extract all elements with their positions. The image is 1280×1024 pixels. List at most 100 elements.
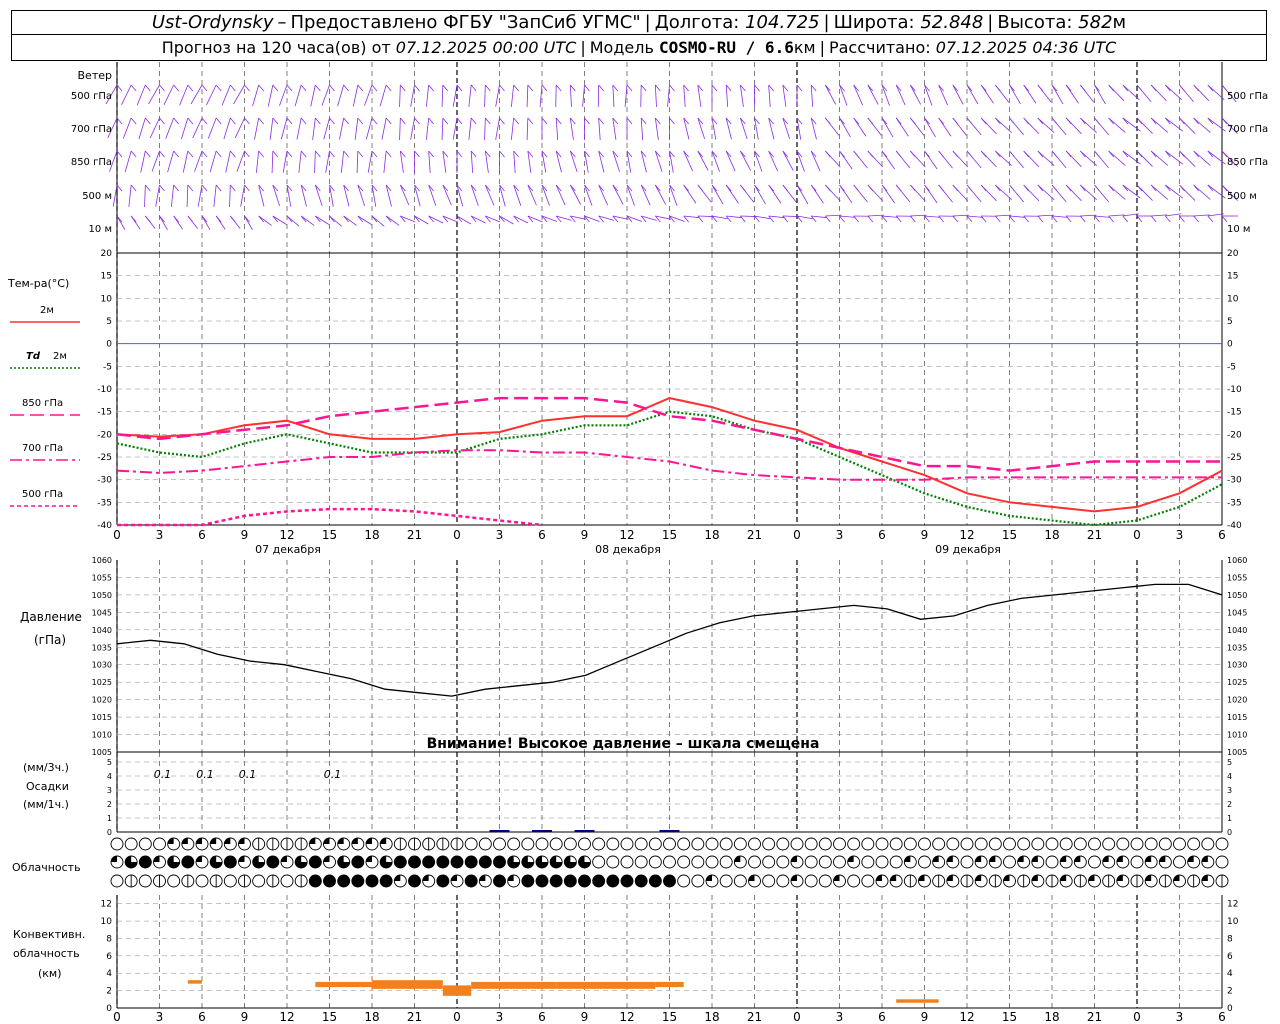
wind-barb-flag <box>527 84 534 92</box>
wind-barb-flag <box>740 215 746 223</box>
wind-barb <box>470 215 486 224</box>
wind-barb-flag <box>300 84 307 92</box>
wind-barb <box>1037 184 1055 201</box>
wind-barb-flag <box>584 84 590 92</box>
wind-barb <box>272 215 287 225</box>
cloud-symbol <box>932 874 946 888</box>
ytick-label: -15 <box>1227 408 1242 418</box>
wind-barb-flag <box>1207 215 1214 223</box>
cloud-symbol <box>974 874 988 888</box>
cloud-quarter <box>111 856 117 862</box>
cloud-circle <box>719 837 733 851</box>
wind-barb <box>569 184 582 205</box>
wind-barb-flag <box>1023 215 1029 223</box>
precip-bar <box>659 830 680 832</box>
wind-barb-flag <box>1179 184 1185 192</box>
ytick-label: 0 <box>107 828 112 837</box>
wind-level-label: 700 гПа <box>1227 124 1268 135</box>
wind-barb <box>881 215 898 218</box>
wind-barb <box>669 184 678 206</box>
cloud-symbol <box>592 855 606 869</box>
wind-barb <box>952 84 964 105</box>
wind-barb <box>711 184 724 205</box>
wind-barb-flag <box>782 215 789 223</box>
cloud-circle <box>861 874 875 888</box>
wind-barb-flag <box>300 117 307 125</box>
wind-barb-flag <box>145 215 151 223</box>
cloud-symbol <box>748 837 761 851</box>
wind-barb <box>1122 213 1139 217</box>
wind-barb <box>1037 117 1055 134</box>
cloud-symbol <box>507 855 521 869</box>
wind-barb <box>654 84 657 107</box>
wind-barb <box>1037 150 1055 167</box>
cloud-symbol <box>1073 874 1087 888</box>
cloud-symbol <box>1031 855 1045 869</box>
wind-barb-flag <box>570 84 576 92</box>
cloud-symbol <box>804 855 818 869</box>
ytick-label: 4 <box>106 969 112 979</box>
xtick-label: 12 <box>959 528 974 542</box>
wind-barb <box>337 84 345 107</box>
wind-barb <box>510 117 515 140</box>
cloud-quarter <box>281 856 287 862</box>
cloud-circle <box>705 837 719 851</box>
xtick-label: 3 <box>836 528 844 542</box>
cloud-symbol <box>181 874 195 888</box>
cloud-symbol <box>223 874 237 888</box>
wind-barb-flag <box>725 184 732 192</box>
wind-barb <box>213 184 217 207</box>
wind-barb-flag <box>1179 215 1185 223</box>
wind-barb-flag <box>414 150 420 158</box>
cloud-symbol <box>167 855 181 869</box>
cloud-symbol <box>804 874 818 888</box>
cloud-symbol <box>507 837 521 851</box>
wind-barb <box>1094 84 1106 105</box>
wind-barb <box>121 84 132 105</box>
cloud-symbol <box>408 874 421 888</box>
cloud-quarter <box>1060 875 1067 881</box>
wind-barb <box>725 84 729 107</box>
cloud-symbol <box>478 874 492 888</box>
cloud-symbol <box>1059 874 1073 888</box>
convective-bar <box>187 980 202 984</box>
cloud-symbol <box>252 855 266 869</box>
wind-barb <box>640 184 651 206</box>
cloud-symbol <box>1045 855 1059 869</box>
cloud-symbol <box>974 855 988 869</box>
ytick-label: -10 <box>97 385 112 395</box>
cloud-circle <box>861 855 875 869</box>
wind-barb-flag <box>1009 150 1015 158</box>
wind-barb-flag <box>201 117 208 125</box>
wind-barb-flag <box>258 84 264 92</box>
wind-barb <box>470 184 479 206</box>
ytick-label: 12 <box>1227 900 1238 910</box>
cloud-symbol <box>875 855 889 869</box>
wind-barb-flag <box>130 84 137 92</box>
wind-barb-flag <box>215 184 222 192</box>
cloud-circle <box>138 874 152 888</box>
cloud-symbol <box>563 837 577 851</box>
cloud-symbol <box>365 837 379 851</box>
ytick-label: 2 <box>107 800 112 809</box>
wind-barb <box>584 184 593 206</box>
cloud-circle <box>776 837 790 851</box>
wind-barb-flag <box>995 150 1001 158</box>
cloud-quarter <box>153 856 160 862</box>
cloud-circle <box>719 874 733 888</box>
cloud-circle <box>393 855 407 869</box>
wind-barb-flag <box>315 84 321 92</box>
wind-barb <box>194 150 203 172</box>
wind-barb-flag <box>343 150 349 158</box>
cloud-symbol <box>1215 855 1229 869</box>
wind-barb-flag <box>924 150 930 158</box>
wind-barb-flag <box>782 184 789 192</box>
wind-barb <box>924 117 936 138</box>
wind-barb-flag <box>1122 84 1129 92</box>
cloud-circle <box>436 855 450 869</box>
wind-barb-flag <box>839 215 845 223</box>
wind-barb-flag <box>825 117 831 125</box>
wind-barb <box>1094 215 1111 218</box>
wind-barb-flag <box>1009 117 1015 125</box>
cloud-circle <box>733 837 747 851</box>
